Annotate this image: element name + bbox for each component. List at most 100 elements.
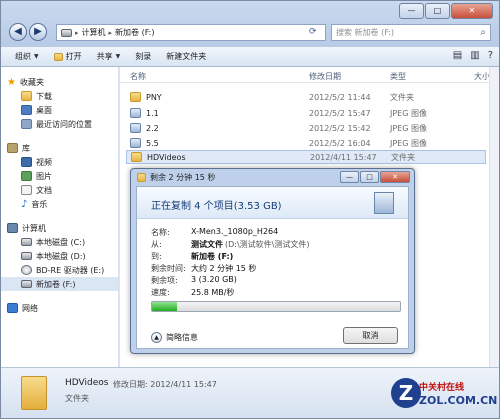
dialog-close-button[interactable]: ✕ [380, 171, 410, 183]
forward-arrow-icon: ▶ [34, 26, 42, 37]
info-value-link[interactable]: 新加卷 (F:) [191, 251, 233, 262]
new-folder-button[interactable]: 新建文件夹 [166, 51, 206, 62]
jpeg-file-icon [130, 108, 141, 118]
open-button[interactable]: 打开 [53, 51, 82, 62]
file-row-selected[interactable]: HDVideos 2012/4/11 15:47 文件夹 [126, 150, 486, 164]
file-row[interactable]: 2.2 2012/5/2 15:42 JPEG 图像 [126, 121, 486, 135]
caption-buttons: — □ ✕ [398, 3, 493, 19]
jpeg-file-icon [130, 123, 141, 133]
breadcrumb-computer[interactable]: 计算机 [82, 27, 106, 38]
preview-pane-icon[interactable]: ▥ [470, 50, 479, 61]
open-icon [53, 52, 63, 61]
pictures-icon [21, 171, 32, 181]
info-label: 剩余时间: [151, 264, 186, 273]
chevron-up-icon: ▲ [151, 332, 162, 343]
file-date: 2012/5/2 11:44 [309, 92, 371, 102]
nav-item-desktop[interactable]: 桌面 [1, 103, 118, 117]
info-value: 3 (3.20 GB) [191, 275, 237, 284]
nav-item-music[interactable]: ♪ 音乐 [1, 197, 118, 211]
view-options-icon[interactable]: ▤ [453, 50, 462, 61]
file-row[interactable]: 5.5 2012/5/2 16:04 JPEG 图像 [126, 136, 486, 150]
dialog-minimize-button[interactable]: — [340, 171, 359, 183]
nav-item-drive-d[interactable]: 本地磁盘 (D:) [1, 249, 118, 263]
file-name: HDVideos [147, 152, 186, 162]
dialog-title: 剩余 2 分钟 15 秒 [150, 173, 216, 182]
dialog-header: 正在复制 4 个项目(3.53 GB) [137, 187, 408, 219]
maximize-button[interactable]: □ [425, 3, 450, 19]
videos-icon [21, 157, 32, 167]
file-row[interactable]: PNY 2012/5/2 11:44 文件夹 [126, 90, 486, 104]
nav-libraries-label: 库 [22, 143, 30, 153]
nav-item-downloads[interactable]: 下载 [1, 89, 118, 103]
nav-item-pictures[interactable]: 图片 [1, 169, 118, 183]
breadcrumb-drive[interactable]: 新加卷 (F:) [115, 27, 154, 38]
info-to-row: 到: 新加卷 (F:) [151, 251, 233, 262]
column-header-date[interactable]: 修改日期 [309, 71, 341, 82]
file-row[interactable]: 1.1 2012/5/2 15:47 JPEG 图像 [126, 106, 486, 120]
forward-button[interactable]: ▶ [29, 23, 47, 41]
search-placeholder: 搜索 新加卷 (F:) [336, 28, 395, 37]
zol-watermark-logo: Z 中关村在线 ZOL.COM.CN [391, 374, 497, 414]
close-button[interactable]: ✕ [451, 3, 493, 19]
info-path: (D:\测试软件\测试文件) [225, 240, 310, 249]
nav-item-documents[interactable]: 文档 [1, 183, 118, 197]
downloads-icon [21, 91, 32, 101]
nav-item-label: 新加卷 (F:) [36, 279, 76, 289]
cancel-button[interactable]: 取消 [343, 327, 398, 344]
file-type: JPEG 图像 [390, 123, 427, 133]
nav-favorites-label: 收藏夹 [19, 77, 44, 87]
nav-libraries[interactable]: 库 [1, 141, 118, 155]
nav-group-favorites: ★ 收藏夹 下载 桌面 最近访问的位置 [1, 75, 118, 131]
jpeg-file-icon [130, 138, 141, 148]
column-header-type[interactable]: 类型 [390, 71, 406, 82]
burn-label: 刻录 [135, 52, 152, 61]
info-time-row: 剩余时间: 大约 2 分钟 15 秒 [151, 263, 256, 274]
nav-item-recent[interactable]: 最近访问的位置 [1, 117, 118, 131]
info-value: 大约 2 分钟 15 秒 [191, 264, 257, 273]
computer-icon [61, 28, 72, 37]
library-icon [7, 143, 18, 153]
info-speed-row: 速度: 25.8 MB/秒 [151, 287, 234, 298]
help-icon[interactable]: ? [488, 50, 493, 61]
burn-button[interactable]: 刻录 [135, 51, 151, 62]
search-input[interactable]: 搜索 新加卷 (F:) ⌕ [331, 24, 491, 41]
share-button[interactable]: 共享 ▼ [97, 51, 121, 62]
nav-favorites[interactable]: ★ 收藏夹 [1, 75, 118, 89]
back-button[interactable]: ◀ [9, 23, 27, 41]
refresh-icon[interactable]: ⟳ [309, 27, 317, 37]
dialog-title-bar: 剩余 2 分钟 15 秒 [137, 172, 215, 183]
organize-button[interactable]: 组织 ▼ [15, 51, 39, 62]
file-type: 文件夹 [390, 92, 414, 102]
dialog-body: 正在复制 4 个项目(3.53 GB) 名称: X-Men3._1080p_H2… [136, 186, 409, 349]
open-label: 打开 [65, 52, 82, 61]
nav-item-drive-e[interactable]: BD-RE 驱动器 (E:) [1, 263, 118, 277]
hard-drive-icon [21, 238, 32, 246]
file-date: 2012/5/2 16:04 [309, 138, 371, 148]
address-bar[interactable]: ▸ 计算机 ▸ 新加卷 (F:) [56, 24, 326, 41]
folder-icon [130, 92, 141, 102]
share-label: 共享 [96, 52, 113, 61]
nav-computer[interactable]: 计算机 [1, 221, 118, 235]
nav-item-label: 本地磁盘 (C:) [36, 237, 86, 247]
nav-item-drive-f[interactable]: 新加卷 (F:) [1, 277, 118, 291]
search-icon: ⌕ [480, 27, 486, 38]
music-icon: ♪ [21, 198, 28, 210]
nav-network-label: 网络 [22, 303, 38, 313]
nav-group-computer: 计算机 本地磁盘 (C:) 本地磁盘 (D:) BD-RE 驱动器 (E:) 新… [1, 221, 118, 291]
nav-group-network: 网络 [1, 301, 118, 315]
minimize-button[interactable]: — [399, 3, 424, 19]
dialog-caption-buttons: — □ ✕ [339, 171, 410, 183]
network-icon [7, 303, 18, 313]
nav-item-drive-c[interactable]: 本地磁盘 (C:) [1, 235, 118, 249]
dialog-maximize-button[interactable]: □ [360, 171, 379, 183]
zol-logo-domain: ZOL.COM.CN [419, 394, 498, 407]
column-header-name[interactable]: 名称 [130, 71, 146, 82]
view-controls: ▤ ▥ ? [453, 50, 493, 61]
nav-network[interactable]: 网络 [1, 301, 118, 315]
caret-down-icon: ▼ [115, 53, 121, 60]
info-value-link[interactable]: 测试文件 [191, 239, 223, 250]
vertical-scrollbar[interactable] [489, 67, 499, 367]
less-details-toggle[interactable]: ▲ 简略信息 [151, 332, 198, 343]
nav-item-videos[interactable]: 视频 [1, 155, 118, 169]
column-header-size[interactable]: 大小 [474, 71, 490, 82]
